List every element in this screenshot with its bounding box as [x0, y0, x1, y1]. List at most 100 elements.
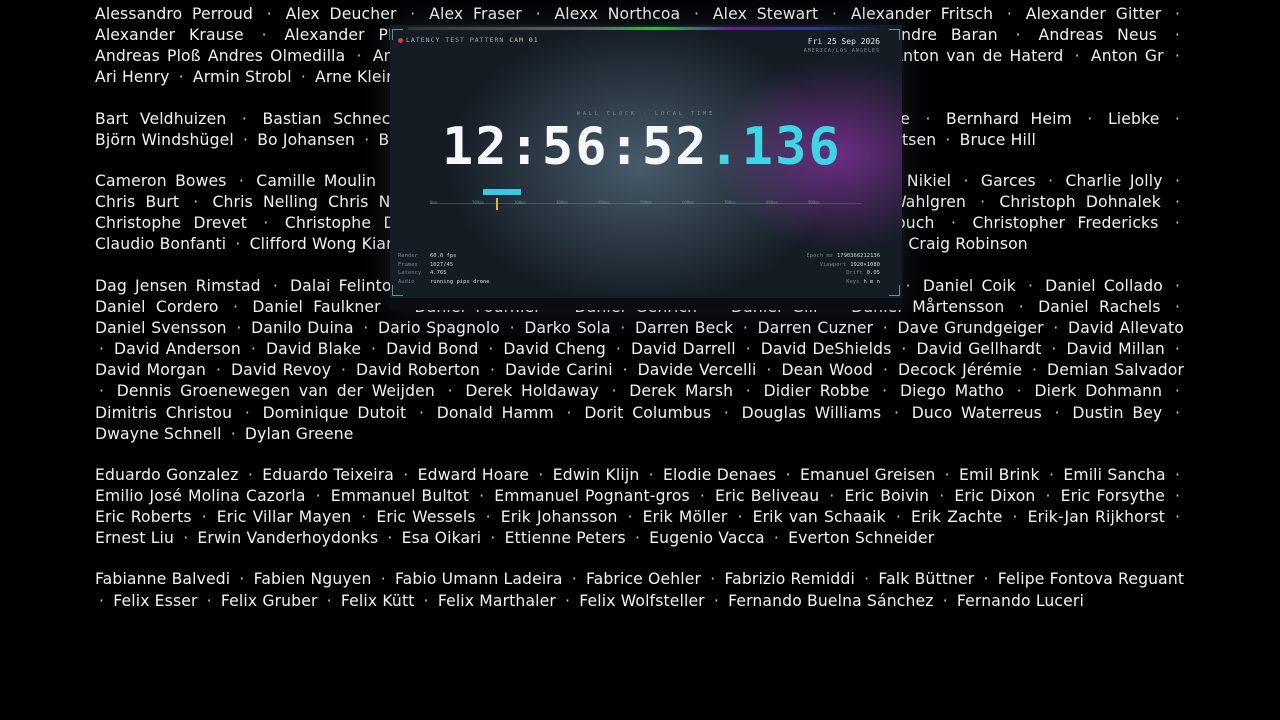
- separator-dot: ·: [983, 570, 989, 589]
- credit-name: Camille Moulin: [256, 171, 377, 190]
- separator-dot: ·: [1032, 361, 1038, 380]
- credit-name: Davide Vercelli: [637, 361, 757, 380]
- separator-dot: ·: [1048, 465, 1055, 484]
- credit-name: Daniel Faulkner: [252, 297, 381, 316]
- credit-name: Liebke: [1107, 109, 1160, 128]
- separator-dot: ·: [1174, 297, 1181, 316]
- stat-label: Latency: [398, 270, 422, 276]
- separator-dot: ·: [215, 361, 222, 380]
- credit-name: Charlie Jolly: [1065, 171, 1163, 190]
- stat-value: 60.0 fps: [430, 253, 457, 259]
- separator-dot: ·: [622, 361, 628, 380]
- stat-label: Keys: [846, 278, 860, 285]
- credit-name: Didier Robbe: [763, 382, 870, 401]
- separator-dot: ·: [864, 570, 870, 589]
- separator-dot: ·: [263, 214, 269, 233]
- separator-dot: ·: [1174, 382, 1180, 401]
- separator-dot: ·: [1175, 276, 1181, 295]
- credit-name: Dave Grundgeiger: [897, 318, 1044, 337]
- credit-name: Dario Spagnolo: [378, 318, 500, 337]
- credit-name: Emanuel Greisen: [800, 465, 936, 484]
- credit-name: Demian Salvador: [1047, 361, 1185, 380]
- credit-name: Dennis Groenewegen van der Weijden: [116, 382, 435, 401]
- credit-name: Eric Boivin: [844, 486, 930, 505]
- separator-dot: ·: [893, 403, 900, 422]
- separator-dot: ·: [423, 591, 429, 610]
- separator-dot: ·: [244, 403, 250, 422]
- separator-dot: ·: [895, 508, 901, 527]
- separator-dot: ·: [238, 171, 244, 190]
- credit-name: Bo Johansen: [257, 130, 356, 149]
- stat-value: 4.765: [430, 270, 447, 276]
- separator-dot: ·: [745, 340, 751, 359]
- credit-name: Dean Wood: [781, 361, 874, 380]
- separator-dot: ·: [1174, 465, 1181, 484]
- separator-dot: ·: [447, 382, 453, 401]
- separator-dot: ·: [235, 235, 241, 254]
- separator-dot: ·: [99, 591, 105, 610]
- credit-name: Felix Wolfsteller: [579, 591, 705, 610]
- separator-dot: ·: [1012, 508, 1018, 527]
- separator-dot: ·: [1174, 171, 1181, 190]
- stat-row: Render 60.0 fps: [398, 252, 490, 261]
- separator-dot: ·: [745, 382, 751, 401]
- credit-name: Alexander Pl: [284, 26, 393, 45]
- credit-name: Bart Veldhuizen: [95, 109, 227, 128]
- separator-dot: ·: [266, 5, 272, 23]
- separator-dot: ·: [723, 403, 729, 422]
- credit-name: Dominique Dutoit: [262, 403, 407, 422]
- separator-dot: ·: [942, 591, 948, 610]
- stat-value: 1027/45: [430, 261, 454, 268]
- separator-dot: ·: [773, 529, 779, 548]
- credit-name: Eric Roberts: [95, 508, 192, 527]
- credit-name: Bernhard Heim: [946, 109, 1072, 128]
- credit-name: David Cheng: [503, 340, 606, 359]
- latency-clock-overlay: LATENCY TEST PATTERN CAM 01 Fri 25 Sep 2…: [390, 25, 902, 310]
- separator-dot: ·: [1174, 26, 1180, 45]
- credit-name: Ari Henry: [95, 68, 170, 87]
- separator-dot: ·: [829, 486, 835, 505]
- separator-dot: ·: [950, 214, 957, 233]
- credit-name: Diego Matho: [899, 382, 1005, 401]
- credit-name: Felix Kütt: [340, 591, 415, 610]
- separator-dot: ·: [944, 465, 950, 484]
- credit-name: Alex Deucher: [285, 5, 397, 23]
- credit-name: Emmanuel Pognant-gros: [494, 486, 690, 505]
- separator-dot: ·: [1045, 486, 1051, 505]
- separator-dot: ·: [364, 130, 370, 149]
- credit-name: Eugenio Vacca: [649, 529, 765, 548]
- record-dot-icon: [398, 38, 403, 43]
- separator-dot: ·: [882, 361, 889, 380]
- stat-row: Frames 1027/45: [398, 261, 490, 270]
- credit-name: David Anderson: [114, 340, 241, 359]
- credit-name: Ernest Liu: [95, 529, 175, 548]
- separator-dot: ·: [831, 5, 838, 23]
- credit-name: Erik van Schaaik: [752, 508, 886, 527]
- credit-name: Ettienne Peters: [504, 529, 626, 548]
- stat-row: Audio running pips drone: [398, 278, 490, 287]
- separator-dot: ·: [1174, 109, 1181, 128]
- credit-name: Darko Sola: [524, 318, 611, 337]
- separator-dot: ·: [363, 318, 369, 337]
- stat-row: Latency 4.765: [398, 269, 490, 278]
- stat-value: 1790366212136: [836, 253, 880, 259]
- credit-name: Chris Burt: [95, 193, 180, 212]
- separator-dot: ·: [620, 318, 626, 337]
- separator-dot: ·: [490, 529, 496, 548]
- credit-name: David Roberton: [356, 361, 481, 380]
- separator-dot: ·: [1174, 340, 1180, 359]
- frame-corner: [889, 29, 900, 40]
- credit-name: Eduardo Gonzalez: [95, 465, 239, 484]
- credit-name: Alexander Gitter: [1025, 5, 1162, 23]
- separator-dot: ·: [742, 318, 749, 337]
- separator-dot: ·: [99, 340, 105, 359]
- credit-name: Garces: [980, 171, 1036, 190]
- separator-dot: ·: [1051, 340, 1057, 359]
- credit-name: Fabrizio Remiddi: [724, 570, 855, 589]
- separator-dot: ·: [980, 193, 986, 212]
- credit-name: Emili Sancha: [1063, 465, 1166, 484]
- separator-dot: ·: [627, 508, 633, 527]
- stat-value: h m n: [863, 278, 880, 285]
- separator-dot: ·: [178, 68, 184, 87]
- separator-dot: ·: [615, 340, 622, 359]
